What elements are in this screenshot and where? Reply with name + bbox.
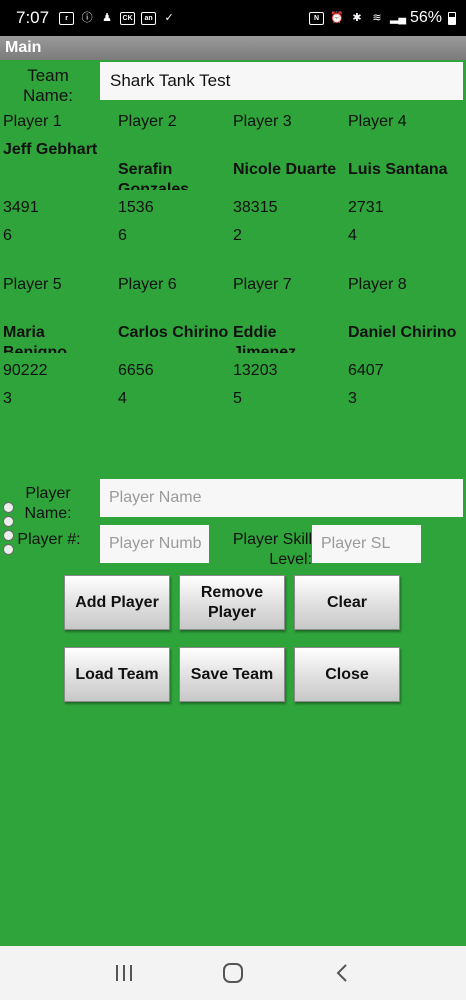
player-4-header: Player 4 — [348, 113, 407, 130]
home-icon[interactable] — [213, 953, 253, 993]
player-5-header: Player 5 — [3, 276, 62, 293]
player-skill-label: Player Skill Level: — [232, 531, 312, 568]
player-4-skill: 4 — [348, 227, 357, 244]
player-name-label: Player Name: — [24, 485, 72, 522]
player-1-number: 3491 — [3, 199, 39, 216]
player-7-header: Player 7 — [233, 276, 292, 293]
signal-icon: ▂▄ — [389, 12, 407, 24]
save-team-button[interactable]: Save Team — [179, 647, 285, 702]
add-player-button[interactable]: Add Player — [64, 575, 170, 630]
player-6-skill: 4 — [118, 390, 127, 407]
player-number-input[interactable] — [100, 525, 209, 563]
close-button[interactable]: Close — [294, 647, 400, 702]
player-1-name[interactable]: Jeff Gebhart — [3, 140, 118, 180]
clear-button[interactable]: Clear — [294, 575, 400, 630]
player-7-name[interactable]: Eddie Jimenez — [233, 323, 333, 353]
alarm-icon: ⏰ — [330, 12, 344, 24]
radio-button[interactable] — [3, 544, 14, 555]
player-6-header: Player 6 — [118, 276, 177, 293]
person-icon: ♟ — [102, 12, 113, 24]
app-icon: an — [141, 11, 157, 25]
radio-button[interactable] — [3, 530, 14, 541]
player-5-name[interactable]: Maria Benigno — [3, 323, 103, 353]
window-title: Main — [0, 36, 466, 60]
player-3-number: 38315 — [233, 199, 278, 216]
navigation-bar — [0, 946, 466, 1000]
player-8-header: Player 8 — [348, 276, 407, 293]
player-6-number: 6656 — [118, 362, 154, 379]
recent-apps-icon[interactable] — [104, 953, 144, 993]
player-5-number: 90222 — [3, 362, 48, 379]
team-name-label: Team Name: — [22, 66, 74, 105]
load-team-button[interactable]: Load Team — [64, 647, 170, 702]
back-icon[interactable] — [322, 953, 362, 993]
player-6-name[interactable]: Carlos Chirino — [118, 323, 233, 353]
info-icon: ⓘ — [81, 12, 93, 24]
bluetooth-icon: ✱ — [352, 12, 362, 24]
player-7-number: 13203 — [233, 362, 278, 379]
player-2-skill: 6 — [118, 227, 127, 244]
player-number-label: Player #: — [17, 531, 81, 548]
player-name-input[interactable] — [100, 479, 463, 517]
nfc-icon: N — [308, 11, 324, 25]
player-3-skill: 2 — [233, 227, 242, 244]
cc-icon: CK — [120, 11, 136, 25]
player-7-skill: 5 — [233, 390, 242, 407]
wifi-icon: ≋ — [372, 12, 382, 24]
player-8-name[interactable]: Daniel Chirino — [348, 323, 463, 353]
player-4-name[interactable]: Luis Santana — [348, 160, 463, 190]
player-5-skill: 3 — [3, 390, 12, 407]
battery-percent: 56% — [409, 9, 442, 26]
team-name-input[interactable]: Shark Tank Test — [100, 62, 463, 100]
player-8-skill: 3 — [348, 390, 357, 407]
status-bar: 7:07 r ⓘ ♟ CK an ✓ N ⏰ ✱ ≋ ▂▄ 56% — [0, 0, 466, 36]
player-skill-input[interactable] — [312, 525, 421, 563]
radio-button[interactable] — [3, 516, 14, 527]
player-1-skill: 6 — [3, 227, 12, 244]
status-time: 7:07 — [16, 8, 50, 27]
player-4-number: 2731 — [348, 199, 384, 216]
player-2-name[interactable]: Serafin Gonzales — [118, 160, 218, 190]
battery-icon — [448, 11, 456, 25]
player-3-name[interactable]: Nicole Duarte — [233, 160, 348, 190]
radio-button[interactable] — [3, 502, 14, 513]
player-8-number: 6407 — [348, 362, 384, 379]
player-2-header: Player 2 — [118, 113, 177, 130]
ring-icon: r — [59, 11, 75, 25]
player-2-number: 1536 — [118, 199, 154, 216]
check-icon: ✓ — [164, 12, 174, 24]
player-1-header: Player 1 — [3, 113, 62, 130]
remove-player-button[interactable]: Remove Player — [179, 575, 285, 630]
player-3-header: Player 3 — [233, 113, 292, 130]
